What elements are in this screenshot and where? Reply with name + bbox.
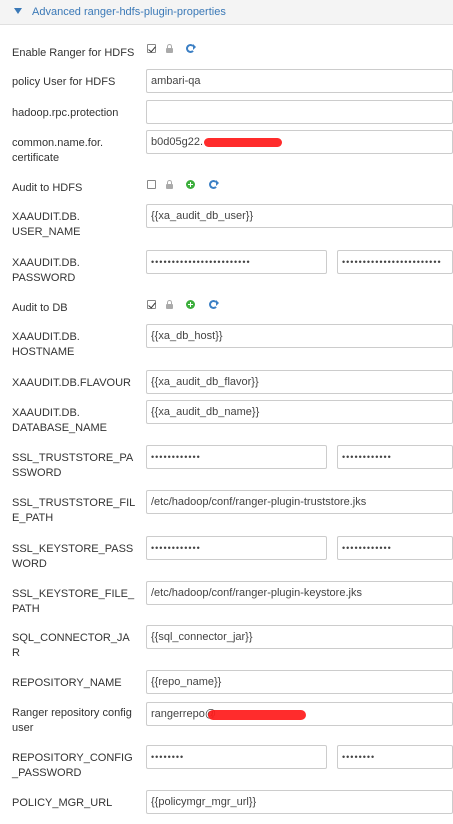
refresh-icon[interactable] — [186, 44, 196, 53]
repo-config-user-label: Ranger repository config user — [12, 707, 132, 734]
audit-hdfs-label: Audit to HDFS — [12, 182, 83, 194]
common-name-row: common.name.for. certificate b0d05g22. — [0, 130, 453, 164]
audit-db-checkbox[interactable] — [147, 300, 156, 309]
audit-hdfs-row: Audit to HDFS — [0, 176, 453, 198]
sql-connector-label: SQL_CONNECTOR_JA R — [12, 632, 130, 659]
ssl-truststore-path-row: SSL_TRUSTSTORE_FIL E_PATH /etc/hadoop/co… — [0, 490, 453, 528]
chevron-down-icon[interactable] — [14, 8, 22, 14]
xa-flavour-input[interactable]: {{xa_audit_db_flavor}} — [146, 370, 453, 394]
sql-connector-row: SQL_CONNECTOR_JA R {{sql_connector_jar}} — [0, 625, 453, 663]
redaction-mark — [208, 710, 306, 720]
audit-db-label: Audit to DB — [12, 302, 68, 314]
ssl-truststore-password-confirm-input[interactable]: •••••••••••• — [337, 445, 453, 469]
ssl-keystore-path-row: SSL_KEYSTORE_FILE_ PATH /etc/hadoop/conf… — [0, 581, 453, 619]
xa-dbname-input[interactable]: {{xa_audit_db_name}} — [146, 400, 453, 424]
refresh-icon[interactable] — [209, 180, 219, 189]
xa-dbname-row: XAAUDIT.DB. DATABASE_NAME {{xa_audit_db_… — [0, 400, 453, 438]
enable-ranger-label: Enable Ranger for HDFS — [12, 47, 135, 59]
xa-flavour-label: XAAUDIT.DB.FLAVOUR — [12, 377, 131, 389]
repository-name-label: REPOSITORY_NAME — [12, 677, 122, 689]
ssl-truststore-password-input[interactable]: •••••••••••• — [146, 445, 327, 469]
rpc-protection-input[interactable] — [146, 100, 453, 124]
xa-dbname-label: XAAUDIT.DB. DATABASE_NAME — [12, 407, 107, 434]
enable-ranger-checkbox[interactable] — [147, 44, 156, 53]
repo-config-user-value: rangerrepo@ — [151, 708, 216, 720]
ssl-truststore-password-label: SSL_TRUSTSTORE_PA SSWORD — [12, 452, 134, 479]
redaction-mark — [204, 138, 282, 147]
policy-user-label: policy User for HDFS — [12, 76, 116, 88]
xa-hostname-row: XAAUDIT.DB. HOSTNAME {{xa_db_host}} — [0, 324, 453, 362]
common-name-value: b0d05g22. — [151, 136, 203, 148]
panel-title[interactable]: Advanced ranger-hdfs-plugin-properties — [32, 6, 226, 18]
lock-icon[interactable] — [166, 300, 173, 309]
ssl-keystore-password-input[interactable]: •••••••••••• — [146, 536, 327, 560]
ssl-truststore-password-row: SSL_TRUSTSTORE_PA SSWORD •••••••••••• ••… — [0, 445, 453, 483]
xa-hostname-label: XAAUDIT.DB. HOSTNAME — [12, 331, 80, 358]
xa-password-input[interactable]: •••••••••••••••••••••••• — [146, 250, 327, 274]
policy-user-row: policy User for HDFS ambari-qa — [0, 69, 453, 95]
enable-ranger-row: Enable Ranger for HDFS — [0, 40, 453, 64]
common-name-input[interactable]: b0d05g22. — [146, 130, 453, 154]
xa-user-label: XAAUDIT.DB. USER_NAME — [12, 211, 81, 238]
common-name-label: common.name.for. certificate — [12, 137, 104, 164]
xa-password-row: XAAUDIT.DB. PASSWORD •••••••••••••••••••… — [0, 250, 453, 288]
repository-name-row: REPOSITORY_NAME {{repo_name}} — [0, 670, 453, 696]
xa-password-confirm-input[interactable]: •••••••••••••••••••••••• — [337, 250, 453, 274]
audit-hdfs-checkbox[interactable] — [147, 180, 156, 189]
panel-header[interactable]: Advanced ranger-hdfs-plugin-properties — [0, 0, 453, 25]
policy-mgr-url-input[interactable]: {{policymgr_mgr_url}} — [146, 790, 453, 814]
ssl-truststore-path-input[interactable]: /etc/hadoop/conf/ranger-plugin-truststor… — [146, 490, 453, 514]
audit-db-row: Audit to DB — [0, 296, 453, 318]
repo-config-password-input[interactable]: •••••••• — [146, 745, 327, 769]
xa-password-label: XAAUDIT.DB. PASSWORD — [12, 257, 80, 284]
repo-config-password-confirm-input[interactable]: •••••••• — [337, 745, 453, 769]
xa-hostname-input[interactable]: {{xa_db_host}} — [146, 324, 453, 348]
repo-config-password-row: REPOSITORY_CONFIG _PASSWORD •••••••• •••… — [0, 745, 453, 783]
repo-config-user-row: Ranger repository config user rangerrepo… — [0, 702, 453, 738]
add-icon[interactable] — [186, 180, 195, 189]
ssl-keystore-password-row: SSL_KEYSTORE_PASS WORD •••••••••••• ••••… — [0, 536, 453, 574]
repository-name-input[interactable]: {{repo_name}} — [146, 670, 453, 694]
xa-user-input[interactable]: {{xa_audit_db_user}} — [146, 204, 453, 228]
sql-connector-input[interactable]: {{sql_connector_jar}} — [146, 625, 453, 649]
ssl-keystore-path-label: SSL_KEYSTORE_FILE_ PATH — [12, 588, 135, 615]
rpc-protection-label: hadoop.rpc.protection — [12, 107, 119, 119]
policy-user-input[interactable]: ambari-qa — [146, 69, 453, 93]
ssl-truststore-path-label: SSL_TRUSTSTORE_FIL E_PATH — [12, 497, 136, 524]
rpc-protection-row: hadoop.rpc.protection — [0, 100, 453, 126]
add-icon[interactable] — [186, 300, 195, 309]
refresh-icon[interactable] — [209, 300, 219, 309]
repo-config-password-label: REPOSITORY_CONFIG _PASSWORD — [12, 752, 133, 779]
policy-mgr-url-label: POLICY_MGR_URL — [12, 797, 113, 809]
lock-icon[interactable] — [166, 44, 173, 53]
ssl-keystore-password-confirm-input[interactable]: •••••••••••• — [337, 536, 453, 560]
policy-mgr-url-row: POLICY_MGR_URL {{policymgr_mgr_url}} — [0, 790, 453, 816]
lock-icon[interactable] — [166, 180, 173, 189]
ssl-keystore-password-label: SSL_KEYSTORE_PASS WORD — [12, 543, 134, 570]
xa-user-row: XAAUDIT.DB. USER_NAME {{xa_audit_db_user… — [0, 204, 453, 242]
ssl-keystore-path-input[interactable]: /etc/hadoop/conf/ranger-plugin-keystore.… — [146, 581, 453, 605]
xa-flavour-row: XAAUDIT.DB.FLAVOUR {{xa_audit_db_flavor}… — [0, 370, 453, 396]
